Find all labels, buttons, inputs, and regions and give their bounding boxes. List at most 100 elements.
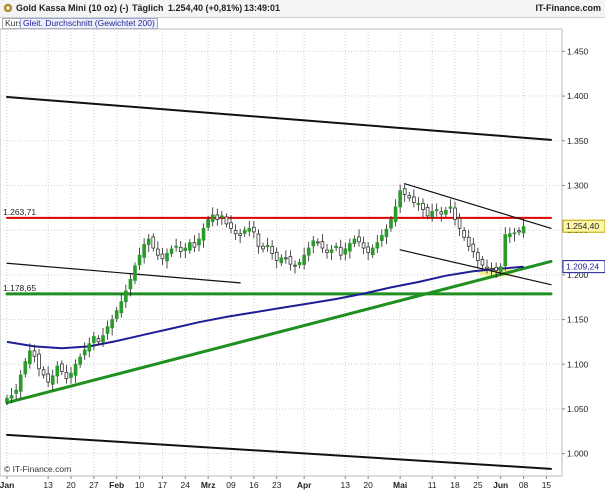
y-tick-label: 1.400	[567, 91, 589, 101]
x-tick-label: 11	[428, 480, 437, 490]
candle-body-up	[430, 210, 434, 218]
candle-body-down	[288, 256, 293, 265]
candle-body-up	[329, 249, 334, 253]
candle-body-up	[370, 247, 375, 256]
y-tick-label: 1.100	[567, 359, 589, 369]
candle-body-down	[494, 266, 498, 271]
x-tick-label: 23	[272, 480, 282, 490]
candle-body-up	[114, 310, 119, 319]
candle-body-up	[302, 254, 306, 265]
candle-body-up	[128, 278, 133, 290]
candle-body-down	[60, 363, 64, 372]
candle-body-up	[352, 238, 357, 244]
candle-body-down	[32, 350, 37, 357]
candle-body-up	[73, 363, 78, 376]
candle-body-down	[325, 249, 329, 253]
candle-body-down	[453, 207, 457, 220]
candle-body-up	[201, 227, 206, 241]
candle-body-down	[233, 230, 238, 235]
candle-body-down	[46, 373, 50, 383]
x-tick-label: 10	[135, 480, 145, 490]
x-tick-label: 09	[226, 480, 236, 490]
candle-body-down	[96, 338, 101, 343]
candle-body-down	[439, 211, 444, 215]
candle-body-up	[503, 234, 508, 267]
candle-body-up	[124, 290, 128, 303]
candle-body-down	[402, 188, 407, 195]
y-axis: 1.0001.0501.1001.1501.2001.2501.3001.350…	[562, 46, 589, 459]
x-tick-label: 17	[158, 480, 168, 490]
candle-body-up	[101, 335, 105, 343]
candle-body-down	[361, 242, 366, 249]
candle-body-up	[380, 235, 384, 241]
candle-body-up	[119, 301, 124, 314]
candle-body-up	[297, 261, 302, 266]
candle-body-up	[521, 226, 526, 234]
candle-body-down	[64, 372, 69, 379]
candle-body-up	[375, 242, 380, 249]
current-price-tag: 1.254,40	[562, 219, 605, 233]
y-tick-label: 1.350	[567, 136, 589, 146]
candle-body-up	[247, 227, 252, 232]
candle-body-up	[183, 247, 188, 251]
candle-body-up	[306, 247, 311, 256]
candle-body-down	[229, 222, 233, 229]
x-tick-label: Mrz	[201, 480, 216, 490]
candle-body-down	[316, 241, 320, 244]
candle-body-up	[92, 336, 96, 344]
candle-body-up	[197, 238, 201, 246]
candle-body-up	[279, 257, 284, 264]
candle-body-up	[434, 209, 439, 211]
x-tick-label: Jun	[493, 480, 508, 490]
candle-body-up	[146, 238, 151, 245]
candle-body-up	[105, 326, 110, 334]
candle-body-up	[142, 244, 146, 258]
candle-body-down	[357, 236, 361, 243]
candle-body-down	[462, 230, 466, 238]
y-tick-label: 1.150	[567, 315, 589, 325]
candle-body-down	[421, 202, 425, 210]
candle-body-up	[137, 254, 142, 266]
candle-body-up	[508, 233, 512, 238]
x-tick-label: 13	[43, 480, 53, 490]
candle-body-down	[156, 248, 160, 256]
candle-body-down	[489, 268, 494, 270]
candle-body-down	[284, 257, 288, 260]
candle-body-up	[416, 202, 421, 205]
candle-body-up	[188, 242, 192, 251]
x-tick-label: Feb	[109, 480, 124, 490]
candle-body-down	[457, 217, 462, 229]
candle-body-down	[320, 241, 325, 249]
x-tick-label: Apr	[297, 480, 312, 490]
candle-body-down	[471, 243, 476, 253]
candle-body-down	[412, 196, 416, 203]
y-tick-label: 1.000	[567, 449, 589, 459]
candle-body-up	[444, 210, 448, 215]
x-tick-label: 25	[473, 480, 483, 490]
candle-body-up	[28, 350, 32, 365]
candle-body-up	[242, 229, 247, 234]
candle-body-down	[37, 353, 41, 370]
candle-body-down	[274, 251, 279, 261]
candle-body-up	[220, 215, 224, 218]
price-marker-label: 1.263,71	[3, 207, 36, 217]
candle-body-up	[110, 319, 114, 329]
candle-body-up	[206, 219, 210, 228]
x-tick-label: 20	[363, 480, 373, 490]
current-price-tag-label: 1.254,40	[566, 221, 599, 231]
candle-body-up	[169, 248, 174, 254]
candle-body-up	[348, 243, 352, 252]
candle-body-up	[69, 372, 73, 378]
candle-body-down	[192, 242, 197, 248]
y-tick-label: 1.050	[567, 404, 589, 414]
watermark-text: © IT-Finance.com	[4, 464, 71, 474]
price-chart[interactable]: 1.263,71 1.178,65 1.000 1.050 1.100 1.150 1.20…	[0, 0, 605, 494]
candle-body-down	[151, 236, 156, 249]
candle-body-down	[270, 246, 274, 254]
candle-body-up	[9, 395, 14, 399]
y-tick-label: 1.450	[567, 46, 589, 56]
candle-body-down	[485, 266, 489, 269]
x-tick-label: 13	[341, 480, 351, 490]
candle-body-up	[389, 219, 393, 229]
candle-body-down	[215, 214, 220, 220]
